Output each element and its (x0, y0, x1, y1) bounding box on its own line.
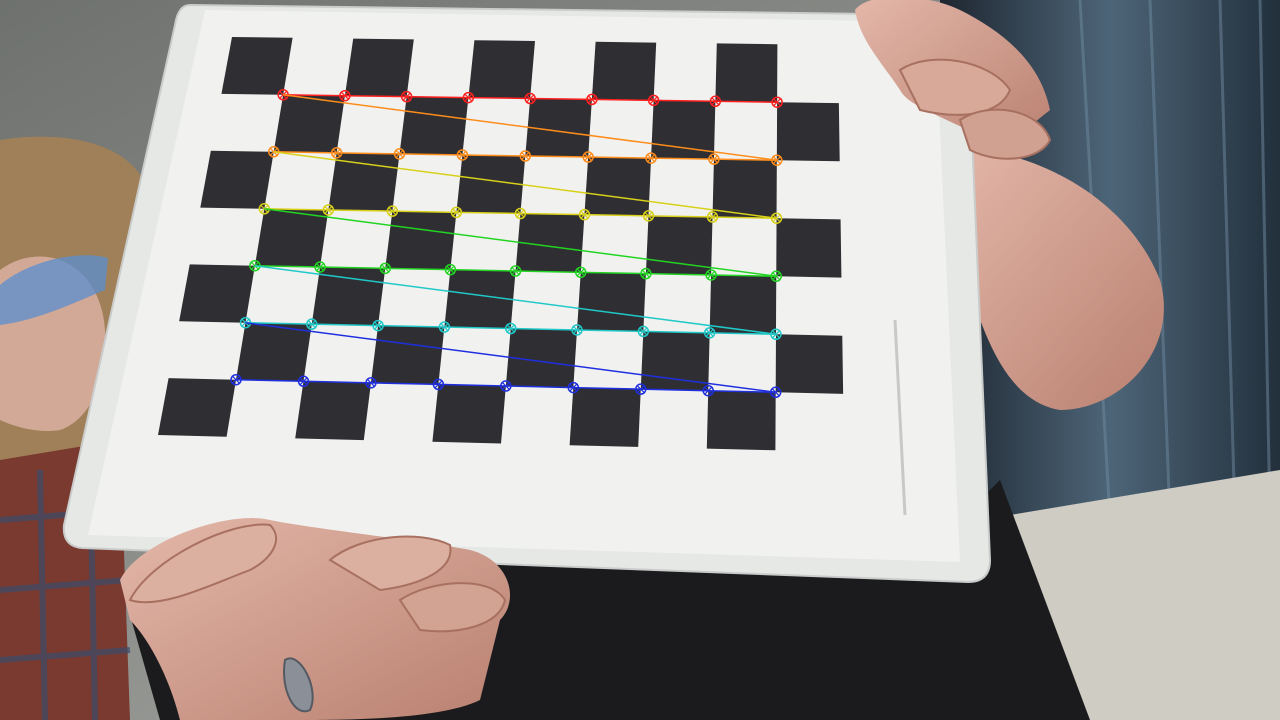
checker-square (328, 152, 400, 212)
checker-square (385, 211, 457, 270)
checker-square (179, 264, 255, 323)
checker-square (158, 378, 237, 437)
checker-square (569, 387, 641, 447)
checker-square (311, 267, 386, 326)
checker-square (432, 384, 506, 444)
checker-square (776, 102, 840, 162)
checker-square (273, 94, 345, 153)
calibration-photo (0, 0, 1280, 720)
checker-square (200, 150, 274, 209)
checker-square (468, 40, 535, 99)
checker-square (399, 96, 469, 155)
checker-square (775, 334, 844, 394)
checker-square (254, 208, 329, 268)
checker-square (577, 272, 646, 332)
checker-square (221, 37, 293, 95)
bottom-left-hand (120, 518, 510, 720)
checker-square (709, 274, 777, 335)
checker-square (776, 218, 842, 278)
checker-square (706, 390, 776, 451)
checker-square (344, 38, 414, 97)
checker-square (591, 41, 657, 101)
checker-square (370, 325, 445, 385)
checker-square (236, 322, 312, 382)
checker-square (295, 381, 371, 441)
checker-square (584, 157, 652, 216)
checker-square (715, 43, 778, 103)
checker-square (712, 159, 777, 219)
